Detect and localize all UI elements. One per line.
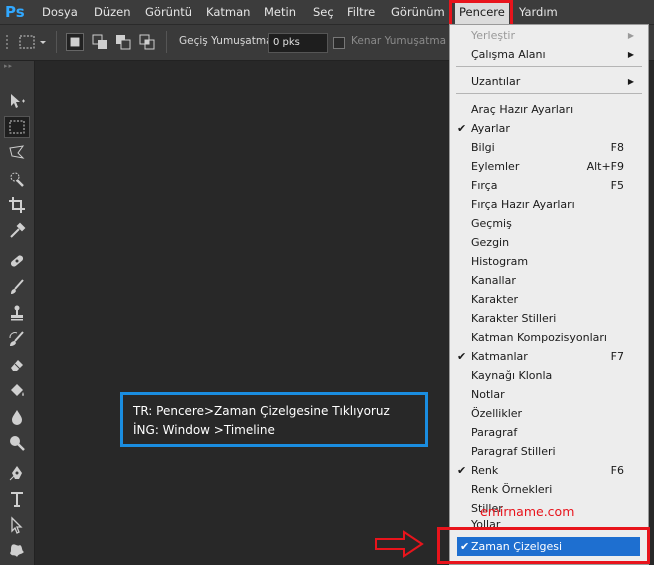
instruction-line-en: İNG: Window >Timeline	[133, 423, 275, 437]
instruction-line-tr: TR: Pencere>Zaman Çizelgesine Tıklıyoruz	[133, 404, 390, 418]
submenu-arrow-icon: ▶	[627, 31, 634, 40]
menu-item-paragraph[interactable]: Paragraf	[450, 423, 648, 442]
menu-item-info[interactable]: Bilgi F8	[450, 138, 648, 157]
feather-label: Geçiş Yumuşatma:	[179, 35, 277, 47]
instruction-annotation: TR: Pencere>Zaman Çizelgesine Tıklıyoruz…	[120, 392, 428, 447]
menu-item-workspace[interactable]: Çalışma Alanı ▶	[450, 45, 648, 64]
menu-item-extensions[interactable]: Uzantılar ▶	[450, 72, 648, 91]
paint-bucket-icon[interactable]	[4, 380, 30, 402]
menu-item-brush[interactable]: Fırça F5	[450, 176, 648, 195]
menu-bar: Ps Dosya Düzen Görüntü Katman Metin Seç …	[0, 0, 654, 25]
menu-separator	[456, 93, 642, 94]
menu-item-notes[interactable]: Notlar	[450, 385, 648, 404]
photoshop-logo: Ps	[5, 3, 25, 21]
type-tool-icon[interactable]	[4, 488, 30, 510]
divider	[166, 31, 167, 53]
path-selection-icon[interactable]	[4, 514, 30, 536]
polygonal-lasso-icon[interactable]	[4, 142, 30, 164]
timeline-annotation-box	[437, 527, 650, 564]
checkmark-icon: ✔	[457, 464, 467, 477]
menu-item-arrange[interactable]: Yerleştir ▶	[450, 26, 648, 45]
menu-view[interactable]: Görünüm	[391, 0, 445, 24]
menu-separator	[456, 66, 642, 67]
menu-item-histogram[interactable]: Histogram	[450, 252, 648, 271]
menu-type[interactable]: Metin	[264, 0, 296, 24]
document-canvas[interactable]	[35, 61, 450, 565]
feather-input[interactable]: 0 pks	[268, 33, 328, 53]
custom-shape-icon[interactable]	[4, 540, 30, 562]
eraser-tool-icon[interactable]	[4, 354, 30, 376]
submenu-arrow-icon: ▶	[627, 50, 634, 59]
menu-item-navigator[interactable]: Gezgin	[450, 233, 648, 252]
menu-filter[interactable]: Filtre	[347, 0, 375, 24]
panel-grip-icon: ▸▸	[4, 62, 14, 70]
window-menu-annotation-box	[449, 0, 513, 27]
add-to-selection-icon[interactable]	[91, 33, 109, 51]
menu-item-layer-comps[interactable]: Katman Kompozisyonları	[450, 328, 648, 347]
divider	[56, 31, 57, 53]
menu-item-character-styles[interactable]: Karakter Stilleri	[450, 309, 648, 328]
intersect-selection-icon[interactable]	[138, 33, 156, 51]
dodge-tool-icon[interactable]	[4, 432, 30, 454]
menu-image[interactable]: Görüntü	[145, 0, 192, 24]
menu-edit[interactable]: Düzen	[94, 0, 131, 24]
menu-item-paragraph-styles[interactable]: Paragraf Stilleri	[450, 442, 648, 461]
subtract-from-selection-icon[interactable]	[114, 33, 132, 51]
tools-panel: ▸▸	[0, 61, 35, 565]
history-brush-icon[interactable]	[4, 328, 30, 350]
checkmark-icon: ✔	[457, 350, 467, 363]
menu-item-character[interactable]: Karakter	[450, 290, 648, 309]
menu-item-color[interactable]: ✔ Renk F6	[450, 461, 648, 480]
menu-item-brush-presets[interactable]: Fırça Hazır Ayarları	[450, 195, 648, 214]
eyedropper-icon[interactable]	[4, 220, 30, 242]
menu-item-clone-source[interactable]: Kaynağı Klonla	[450, 366, 648, 385]
marquee-preset-icon[interactable]	[18, 33, 36, 51]
pen-tool-icon[interactable]	[4, 462, 30, 484]
antialias-checkbox[interactable]	[333, 37, 345, 49]
crop-tool-icon[interactable]	[4, 194, 30, 216]
window-menu-dropdown: Yerleştir ▶ Çalışma Alanı ▶ Uzantılar ▶ …	[449, 24, 649, 565]
antialias-label: Kenar Yumuşatma	[351, 35, 446, 47]
clone-stamp-icon[interactable]	[4, 302, 30, 324]
menu-item-adjustments[interactable]: ✔ Ayarlar	[450, 119, 648, 138]
menu-item-properties[interactable]: Özellikler	[450, 404, 648, 423]
submenu-arrow-icon: ▶	[627, 77, 634, 86]
menu-item-swatches[interactable]: Renk Örnekleri	[450, 480, 648, 499]
menu-select[interactable]: Seç	[313, 0, 334, 24]
blur-tool-icon[interactable]	[4, 406, 30, 428]
rectangular-marquee-icon[interactable]	[4, 116, 30, 138]
chevron-down-icon[interactable]	[38, 33, 48, 51]
menu-item-layers[interactable]: ✔ Katmanlar F7	[450, 347, 648, 366]
quick-selection-icon[interactable]	[4, 168, 30, 190]
watermark-text: emirname.com	[480, 504, 575, 519]
new-selection-icon[interactable]	[66, 33, 84, 51]
checkmark-icon: ✔	[457, 122, 467, 135]
menu-layer[interactable]: Katman	[206, 0, 250, 24]
pointer-arrow-icon	[375, 530, 424, 558]
move-tool-icon[interactable]	[4, 90, 30, 112]
brush-tool-icon[interactable]	[4, 276, 30, 298]
menu-item-actions[interactable]: Eylemler Alt+F9	[450, 157, 648, 176]
spot-healing-brush-icon[interactable]	[4, 250, 30, 272]
menu-file[interactable]: Dosya	[42, 0, 78, 24]
menu-item-history[interactable]: Geçmiş	[450, 214, 648, 233]
menu-item-channels[interactable]: Kanallar	[450, 271, 648, 290]
menu-help[interactable]: Yardım	[519, 0, 558, 24]
menu-item-tool-presets[interactable]: Araç Hazır Ayarları	[450, 100, 648, 119]
